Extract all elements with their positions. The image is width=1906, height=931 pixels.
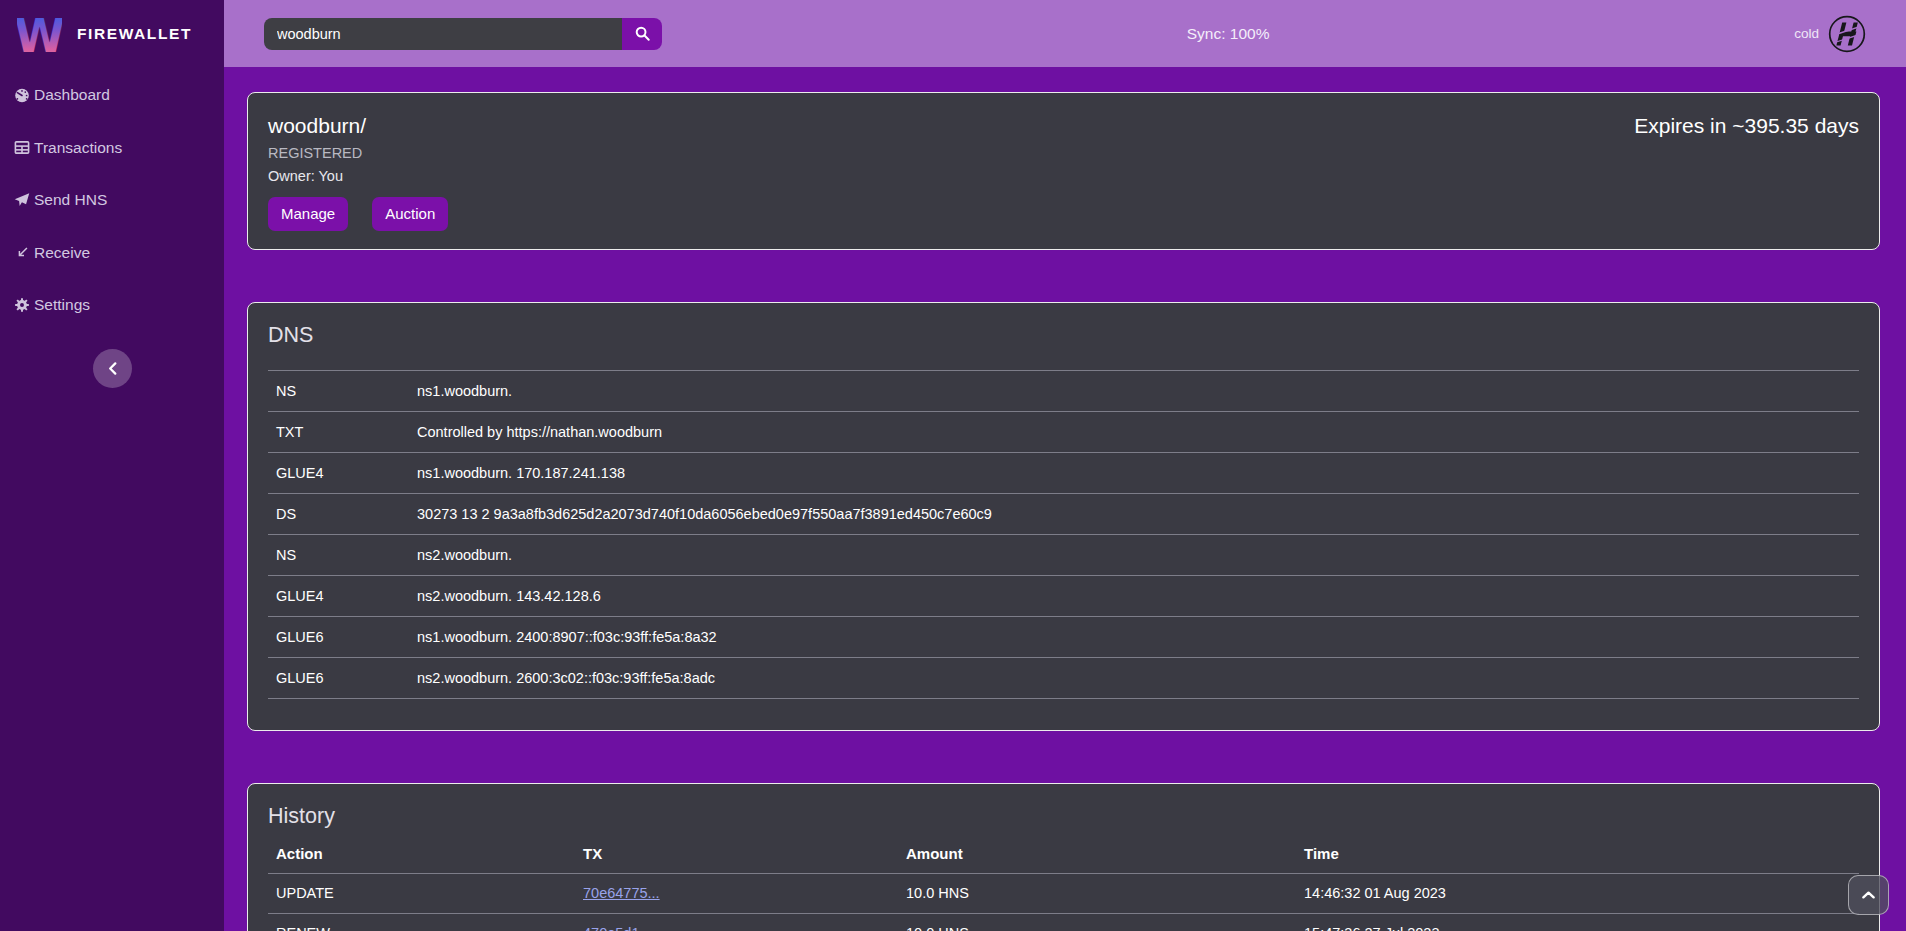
chevron-left-icon — [107, 362, 118, 375]
dns-record-row: GLUE4ns2.woodburn. 143.42.128.6 — [268, 576, 1859, 617]
dns-card: DNS NSns1.woodburn.TXTControlled by http… — [247, 302, 1880, 731]
history-header-amount: Amount — [898, 835, 1296, 873]
brand[interactable]: W FIREWALLET — [0, 0, 224, 67]
history-action: RENEW — [268, 913, 575, 931]
search-icon — [635, 26, 650, 41]
auction-button[interactable]: Auction — [372, 197, 448, 231]
tachometer-icon — [14, 87, 30, 104]
history-row: UPDATE 70e64775... 10.0 HNS14:46:32 01 Aug… — [268, 873, 1859, 913]
sidebar-item-label: Transactions — [34, 139, 122, 157]
tx-link[interactable]: 70e64775... — [583, 885, 660, 901]
firewallet-logo-icon: W — [17, 12, 62, 56]
dns-record-type: GLUE4 — [268, 453, 409, 494]
dns-record-row: NSns1.woodburn. — [268, 371, 1859, 412]
search-button[interactable] — [622, 18, 662, 50]
dns-record-value: ns2.woodburn. 2600:3c02::f03c:93ff:fe5a:… — [409, 658, 1859, 699]
sidebar-item-label: Receive — [34, 244, 90, 262]
svg-text:W: W — [17, 12, 62, 56]
receive-icon — [14, 244, 30, 261]
handshake-logo-icon — [1828, 15, 1866, 53]
history-header-tx: TX — [575, 835, 898, 873]
main-content: woodburn/ Expires in ~395.35 days REGIST… — [224, 67, 1906, 931]
history-row: RENEW 470e5d1... 10.0 HNS15:47:36 27 Jul 2… — [268, 913, 1859, 931]
dns-record-type: GLUE4 — [268, 576, 409, 617]
history-time: 15:47:36 27 Jul 2023 — [1296, 913, 1859, 931]
gear-icon — [14, 297, 30, 314]
dns-record-type: GLUE6 — [268, 617, 409, 658]
dns-record-value: ns1.woodburn. 2400:8907::f03c:93ff:fe5a:… — [409, 617, 1859, 658]
topbar: Sync: 100% cold — [224, 0, 1906, 67]
dns-record-value: Controlled by https://nathan.woodburn — [409, 412, 1859, 453]
sidebar-item-label: Settings — [34, 296, 90, 314]
scroll-to-top-button[interactable] — [1848, 875, 1889, 915]
dns-record-row: GLUE4ns1.woodburn. 170.187.241.138 — [268, 453, 1859, 494]
dns-record-type: GLUE6 — [268, 658, 409, 699]
sidebar-item-label: Dashboard — [34, 86, 110, 104]
dns-record-type: DS — [268, 494, 409, 535]
dns-record-row: DS30273 13 2 9a3a8fb3d625d2a2073d740f10d… — [268, 494, 1859, 535]
sidebar-nav: Dashboard Transactions Send HNS — [0, 69, 224, 332]
domain-status: REGISTERED — [268, 145, 1859, 162]
dns-record-type: TXT — [268, 412, 409, 453]
history-header-action: Action — [268, 835, 575, 873]
history-header-time: Time — [1296, 835, 1859, 873]
history-card: History Action TX Amount Time UPDATE 70e6… — [247, 783, 1880, 931]
wallet-indicator[interactable]: cold — [1794, 15, 1866, 53]
dns-record-type: NS — [268, 535, 409, 576]
dns-record-value: ns1.woodburn. — [409, 371, 1859, 412]
dns-record-row: NSns2.woodburn. — [268, 535, 1859, 576]
sync-status: Sync: 100% — [1187, 25, 1270, 43]
search-form — [264, 18, 662, 50]
brand-name: FIREWALLET — [77, 25, 192, 43]
domain-expiry: Expires in ~395.35 days — [1634, 113, 1859, 138]
dns-record-type: NS — [268, 371, 409, 412]
domain-name: woodburn/ — [268, 113, 366, 138]
history-table: Action TX Amount Time UPDATE 70e64775... 1… — [268, 835, 1859, 931]
sidebar-item-dashboard[interactable]: Dashboard — [0, 69, 224, 122]
history-action: UPDATE — [268, 873, 575, 913]
sidebar-item-send[interactable]: Send HNS — [0, 174, 224, 227]
sidebar-item-label: Send HNS — [34, 191, 107, 209]
history-time: 14:46:32 01 Aug 2023 — [1296, 873, 1859, 913]
dns-record-row: GLUE6ns1.woodburn. 2400:8907::f03c:93ff:… — [268, 617, 1859, 658]
sidebar-collapse-button[interactable] — [93, 349, 132, 388]
tx-link[interactable]: 470e5d1... — [583, 925, 652, 931]
dns-record-value: ns2.woodburn. 143.42.128.6 — [409, 576, 1859, 617]
dns-table: NSns1.woodburn.TXTControlled by https://… — [268, 370, 1859, 699]
history-amount: 10.0 HNS — [898, 873, 1296, 913]
send-icon — [14, 192, 30, 209]
chevron-up-icon — [1862, 891, 1875, 899]
sidebar-item-transactions[interactable]: Transactions — [0, 122, 224, 175]
domain-owner: Owner: You — [268, 168, 1859, 185]
sidebar-item-settings[interactable]: Settings — [0, 279, 224, 332]
dns-record-row: GLUE6ns2.woodburn. 2600:3c02::f03c:93ff:… — [268, 658, 1859, 699]
dns-record-row: TXTControlled by https://nathan.woodburn — [268, 412, 1859, 453]
domain-card: woodburn/ Expires in ~395.35 days REGIST… — [247, 92, 1880, 250]
dns-record-value: ns1.woodburn. 170.187.241.138 — [409, 453, 1859, 494]
history-amount: 10.0 HNS — [898, 913, 1296, 931]
history-title: History — [268, 804, 1859, 829]
dns-title: DNS — [268, 323, 1859, 348]
dns-record-value: 30273 13 2 9a3a8fb3d625d2a2073d740f10da6… — [409, 494, 1859, 535]
table-icon — [14, 139, 30, 156]
dns-record-value: ns2.woodburn. — [409, 535, 1859, 576]
search-input[interactable] — [264, 18, 622, 50]
sidebar-item-receive[interactable]: Receive — [0, 227, 224, 280]
wallet-name: cold — [1794, 26, 1819, 41]
manage-button[interactable]: Manage — [268, 197, 348, 231]
sidebar: W FIREWALLET Dashboard — [0, 0, 224, 931]
